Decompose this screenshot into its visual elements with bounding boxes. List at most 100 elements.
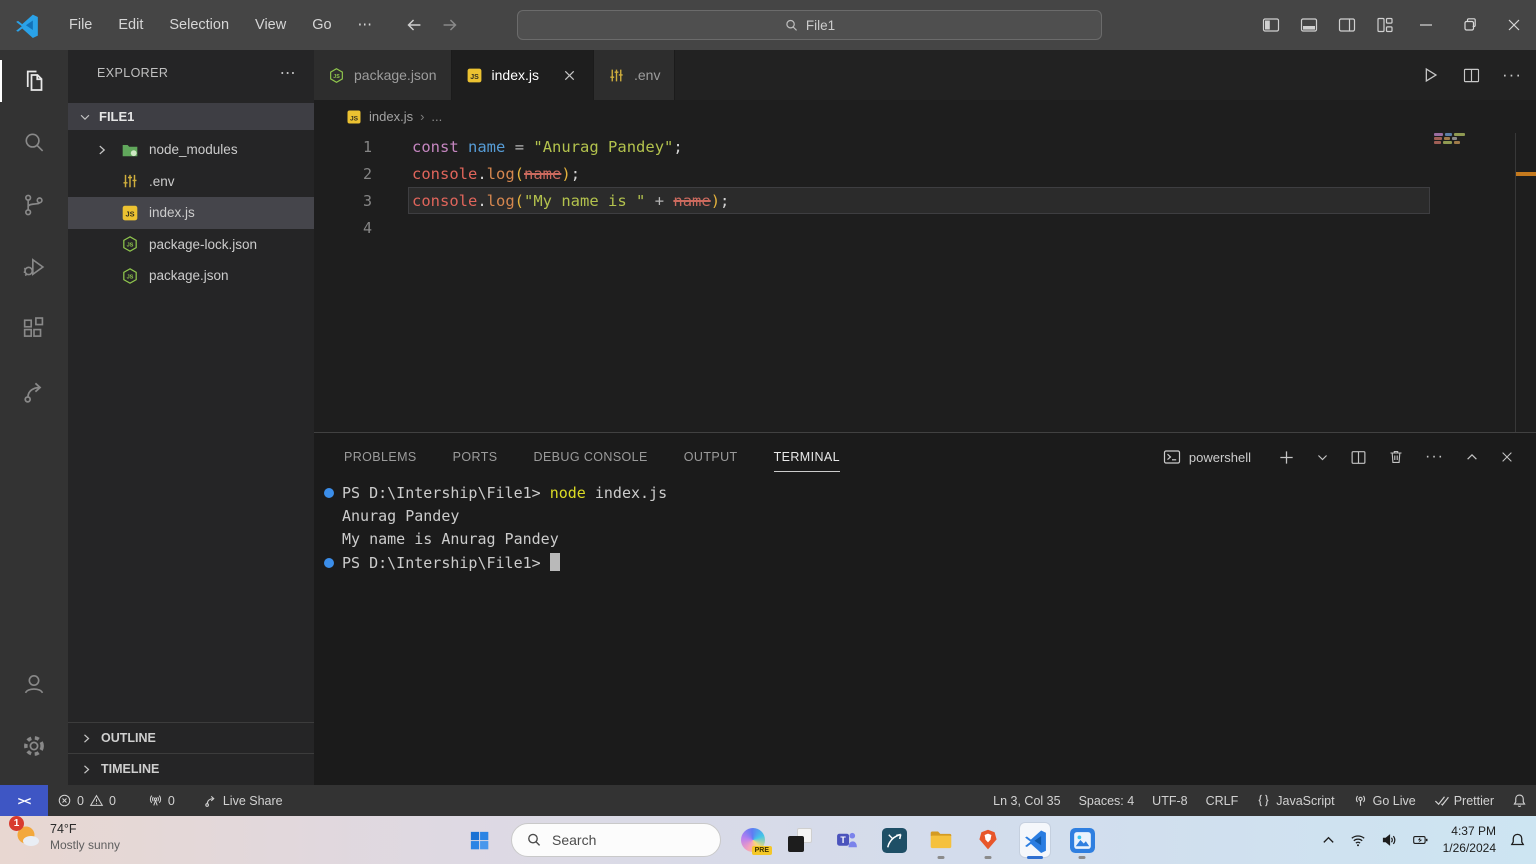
explorer-more-actions[interactable]: ⋯ <box>280 63 296 83</box>
kill-terminal-trash-icon[interactable] <box>1388 449 1404 465</box>
menu-view[interactable]: View <box>242 13 299 37</box>
status-bell[interactable] <box>1503 785 1536 816</box>
command-center-search[interactable]: File1 <box>517 10 1102 40</box>
volume-icon[interactable] <box>1380 832 1398 848</box>
menu-file[interactable]: File <box>56 13 105 37</box>
command-decoration-dot[interactable] <box>324 558 334 568</box>
outline-section[interactable]: OUTLINE <box>68 722 314 753</box>
tray-expand-chevron-icon[interactable] <box>1321 833 1336 848</box>
tab-index.js[interactable]: JSindex.js <box>452 50 594 100</box>
workspace-root-folder[interactable]: FILE1 <box>68 103 314 130</box>
start-button[interactable] <box>464 823 494 857</box>
clock[interactable]: 4:37 PM 1/26/2024 <box>1443 823 1496 858</box>
new-terminal-icon[interactable] <box>1278 449 1295 466</box>
copilot-taskbar-icon[interactable]: PRE <box>738 823 768 857</box>
panel-tab-debug-console[interactable]: DEBUG CONSOLE <box>534 433 648 481</box>
braces-icon <box>1256 793 1271 808</box>
live-share-activity-icon[interactable] <box>0 360 68 422</box>
maximize-panel-icon[interactable] <box>1465 450 1479 464</box>
toggle-primary-sidebar-icon[interactable] <box>1252 0 1290 50</box>
code-line-3[interactable]: 3console.log("My name is " + name); <box>314 187 1536 214</box>
panel-tab-output[interactable]: OUTPUT <box>684 433 738 481</box>
remote-indicator[interactable]: >< <box>0 785 48 816</box>
panel-tab-terminal[interactable]: TERMINAL <box>774 433 840 481</box>
source-control-activity-icon[interactable] <box>0 174 68 236</box>
menu-bar: FileEditSelectionViewGo <box>56 13 345 37</box>
menu-selection[interactable]: Selection <box>156 13 242 37</box>
tree-item-.env[interactable]: .env <box>68 166 314 198</box>
accounts-activity-icon[interactable] <box>0 653 68 715</box>
restore-button[interactable] <box>1448 0 1492 50</box>
close-tab-icon[interactable] <box>560 66 579 85</box>
forward-arrow-icon[interactable] <box>439 14 461 36</box>
breadcrumb-symbol[interactable]: ... <box>431 109 442 124</box>
status-utf-8[interactable]: UTF-8 <box>1143 785 1196 816</box>
command-decoration-dot[interactable] <box>324 488 334 498</box>
menu-more[interactable]: ⋯ <box>345 13 386 37</box>
tree-item-package.json[interactable]: JSpackage.json <box>68 260 314 292</box>
live-share-status[interactable]: Live Share <box>194 785 292 816</box>
settings-gear-icon[interactable] <box>0 715 68 777</box>
ports-status[interactable]: 0 <box>139 785 184 816</box>
file-explorer-taskbar-icon[interactable] <box>926 823 956 857</box>
terminal-shell-chip[interactable]: powershell <box>1163 449 1251 465</box>
dev-tool-taskbar-icon[interactable] <box>879 823 909 857</box>
search-activity-icon[interactable] <box>0 112 68 174</box>
panel-more-actions-icon[interactable]: ··· <box>1425 448 1444 466</box>
close-panel-icon[interactable] <box>1500 450 1514 464</box>
run-debug-activity-icon[interactable] <box>0 236 68 298</box>
tab-package.json[interactable]: JSpackage.json <box>314 50 452 100</box>
explorer-activity-icon[interactable] <box>0 50 68 112</box>
tree-item-node_modules[interactable]: node_modules <box>68 134 314 166</box>
terminal-dropdown-icon[interactable] <box>1316 451 1329 464</box>
snipping-app-taskbar-icon[interactable] <box>785 823 815 857</box>
taskbar-search[interactable]: Search <box>511 823 721 857</box>
problems-status[interactable]: 0 0 <box>48 785 125 816</box>
minimize-button[interactable] <box>1404 0 1448 50</box>
menu-go[interactable]: Go <box>299 13 344 37</box>
breadcrumb[interactable]: JS index.js › ... <box>314 100 1536 133</box>
status-label: UTF-8 <box>1152 794 1187 808</box>
tab-.env[interactable]: .env <box>594 50 675 100</box>
status-spaces-4[interactable]: Spaces: 4 <box>1070 785 1144 816</box>
code-line-1[interactable]: 1const name = "Anurag Pandey"; <box>314 133 1536 160</box>
brave-taskbar-icon[interactable] <box>973 823 1003 857</box>
status-crlf[interactable]: CRLF <box>1197 785 1248 816</box>
run-file-icon[interactable] <box>1419 64 1441 86</box>
wifi-icon[interactable] <box>1349 832 1367 848</box>
terminal-text: PS D:\Intership\File1> node index.js <box>342 484 667 502</box>
split-terminal-icon[interactable] <box>1350 449 1367 466</box>
panel-tab-ports[interactable]: PORTS <box>453 433 498 481</box>
battery-charging-icon[interactable] <box>1411 832 1430 848</box>
extensions-activity-icon[interactable] <box>0 298 68 360</box>
terminal-text: My name is Anurag Pandey <box>342 530 559 548</box>
tree-item-package-lock.json[interactable]: JSpackage-lock.json <box>68 229 314 261</box>
back-arrow-icon[interactable] <box>403 14 425 36</box>
toggle-panel-icon[interactable] <box>1290 0 1328 50</box>
status-go-live[interactable]: Go Live <box>1344 785 1425 816</box>
code-editor[interactable]: 1const name = "Anurag Pandey";2console.l… <box>314 133 1536 432</box>
panel-tab-problems[interactable]: PROBLEMS <box>344 433 417 481</box>
notification-bell-icon[interactable] <box>1509 832 1526 849</box>
menu-edit[interactable]: Edit <box>105 13 156 37</box>
weather-widget[interactable]: 1 74°F Mostly sunny <box>13 821 120 852</box>
status-prettier[interactable]: Prettier <box>1425 785 1503 816</box>
customize-layout-icon[interactable] <box>1366 0 1404 50</box>
photos-taskbar-icon[interactable] <box>1067 823 1097 857</box>
svg-text:JS: JS <box>127 274 134 280</box>
close-window-button[interactable] <box>1492 0 1536 50</box>
toggle-secondary-sidebar-icon[interactable] <box>1328 0 1366 50</box>
teams-taskbar-icon[interactable]: T <box>832 823 862 857</box>
error-icon <box>57 793 72 808</box>
split-editor-icon[interactable] <box>1461 65 1482 86</box>
tree-item-index.js[interactable]: JSindex.js <box>68 197 314 229</box>
vscode-taskbar-icon[interactable] <box>1020 823 1050 857</box>
editor-more-actions-icon[interactable]: ··· <box>1502 65 1522 85</box>
terminal-output[interactable]: PS D:\Intership\File1> node index.jsAnur… <box>314 481 1536 575</box>
status-ln-3-col-35[interactable]: Ln 3, Col 35 <box>984 785 1069 816</box>
status-javascript[interactable]: JavaScript <box>1247 785 1343 816</box>
code-line-4[interactable]: 4 <box>314 214 1536 241</box>
breadcrumb-file[interactable]: index.js <box>369 109 413 124</box>
timeline-section[interactable]: TIMELINE <box>68 753 314 784</box>
code-line-2[interactable]: 2console.log(name); <box>314 160 1536 187</box>
